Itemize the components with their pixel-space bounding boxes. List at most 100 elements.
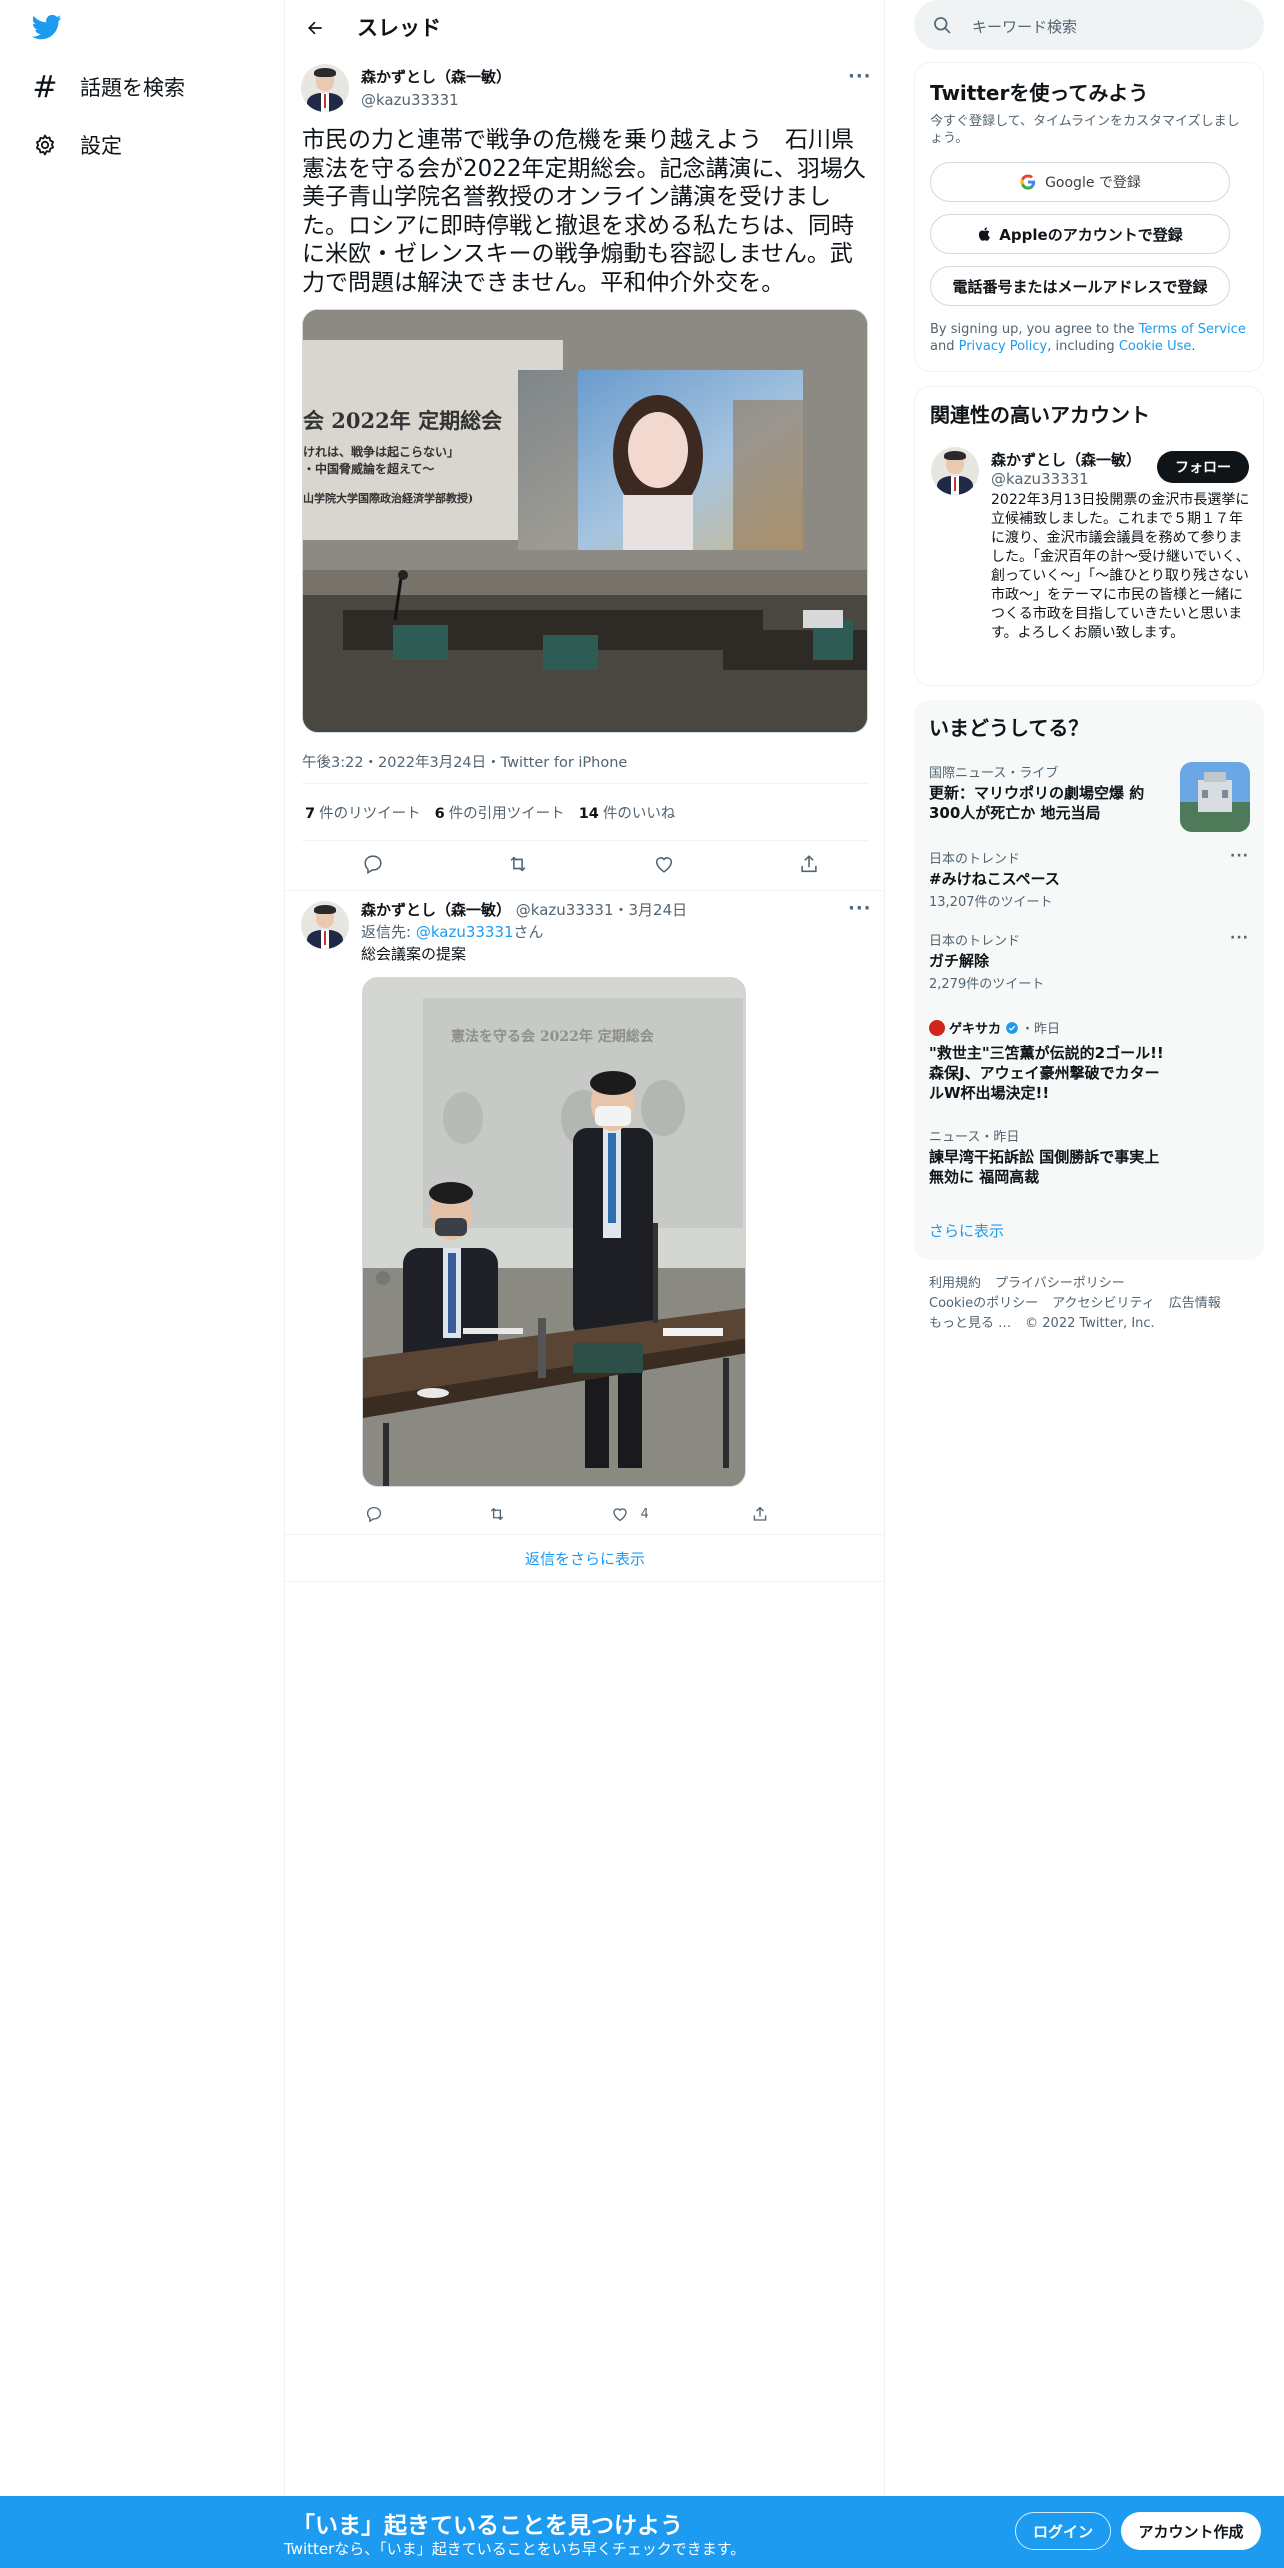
nav-explore-label: 話題を検索 [80, 76, 185, 100]
footer-links: 利用規約 プライバシーポリシー Cookieのポリシー アクセシビリティ 広告情報 も… [929, 1274, 1249, 1334]
like-count: 4 [640, 1506, 649, 1522]
retweet-stat[interactable]: 7 件のリツイート [305, 802, 421, 823]
footer-link-terms[interactable]: 利用規約 [929, 1276, 981, 1291]
divider [302, 840, 868, 841]
related-bio: 2022年3月13日投開票の金沢市長選挙に立候補致しました。これまで５期１７年に… [991, 492, 1250, 641]
thread-header: スレッド [285, 0, 885, 55]
like-icon[interactable] [652, 852, 676, 876]
tweet-text: 市民の力と連帯で戦争の危機を乗り越えよう 石川県憲法を守る会が2022年定期総会… [302, 127, 866, 296]
trend-item[interactable]: 国際ニュース・ライブ 更新：マリウポリの劇場空爆 約300人が死亡か 地元当局 [929, 762, 1169, 823]
author-avatar[interactable] [301, 64, 349, 112]
nav-settings-label: 設定 [80, 134, 122, 158]
google-icon [1019, 173, 1037, 191]
reply-icon[interactable] [362, 1502, 386, 1526]
thread-column: スレッド 森かずとし（森一敏） @kazu33331 ··· 市民の力と連帯で戦… [285, 0, 885, 2496]
photo-banner-line1: 会 2022年 定期総会 [303, 408, 503, 433]
search-input[interactable]: キーワード検索 [972, 16, 1077, 37]
tweet-stats: 7 件のリツイート 6 件の引用ツイート 14 件のいいね [305, 802, 689, 823]
more-icon[interactable]: ··· [1230, 930, 1249, 946]
share-icon[interactable] [748, 1502, 772, 1526]
footer-link-cookie[interactable]: Cookieのポリシー [929, 1296, 1038, 1311]
tweet-photo[interactable]: 会 2022年 定期総会 けれは、戦争は起こらない」 ・中国脅威論を超えて～ 山… [302, 309, 868, 733]
signup-card-subtitle: 今すぐ登録して、タイムラインをカスタマイズしましょう。 [930, 114, 1240, 146]
source-logo-icon [929, 1019, 945, 1036]
reply-tweet[interactable]: 森かずとし（森一敏） @kazu33331・3月24日 ··· 返信先: @ka… [285, 893, 885, 1533]
back-arrow-icon[interactable] [300, 13, 330, 43]
photo-banner-line3: ・中国脅威論を超えて～ [303, 462, 435, 476]
trend-item[interactable]: ニュース・昨日 諫早湾干拓訴訟 国側勝訴で事実上無効に 福岡高裁 [929, 1126, 1174, 1187]
tweet-timestamp[interactable]: 午後3:22・2022年3月24日・Twitter for iPhone [302, 751, 627, 772]
author-block[interactable]: 森かずとし（森一敏） @kazu33331 [361, 66, 511, 109]
reply-photo-banner: 憲法を守る会 2022年 定期総会 [451, 1029, 654, 1045]
phone-email-signup-button[interactable]: 電話番号またはメールアドレスで登録 [930, 266, 1230, 306]
show-more-trends[interactable]: さらに表示 [929, 1220, 1004, 1241]
more-icon[interactable]: ··· [848, 898, 872, 919]
nav-explore[interactable]: # 話題を検索 [30, 62, 185, 112]
twitter-bird-icon[interactable] [30, 12, 66, 48]
left-navigation: # 話題を検索 設定 [0, 0, 285, 2496]
divider [302, 783, 868, 784]
trend-item[interactable]: ゲキサカ ・昨日 "救世主"三笘薫が伝説的2ゴール!! 森保J、アウェイ豪州撃破… [929, 1018, 1174, 1103]
footer-link-privacy[interactable]: プライバシーポリシー [995, 1276, 1125, 1291]
show-more-replies[interactable]: 返信をさらに表示 [285, 1534, 885, 1582]
photo-banner-line4: 山学院大学国際政治経済学部教授) [303, 492, 474, 505]
reply-author-name[interactable]: 森かずとし（森一敏） [361, 901, 511, 919]
divider [285, 890, 885, 891]
related-name[interactable]: 森かずとし（森一敏） [991, 449, 1141, 470]
trend-thumbnail[interactable] [1180, 762, 1250, 832]
google-signup-label: Google で登録 [1045, 175, 1141, 191]
retweet-icon[interactable] [485, 1502, 509, 1526]
more-icon[interactable]: ··· [1230, 848, 1249, 864]
share-icon[interactable] [797, 852, 821, 876]
trends-card: いまどうしてる？ 国際ニュース・ライブ 更新：マリウポリの劇場空爆 約300人が… [914, 700, 1264, 1260]
terms-link[interactable]: Terms of Service [1139, 322, 1246, 337]
footer-link-more[interactable]: もっと見る … [929, 1316, 1011, 1331]
search-box[interactable]: キーワード検索 [914, 0, 1264, 50]
like-stat[interactable]: 14 件のいいね [579, 802, 676, 823]
author-handle[interactable]: @kazu33331 [361, 91, 511, 109]
more-icon[interactable]: ··· [848, 66, 872, 87]
footer-link-ads[interactable]: 広告情報 [1169, 1296, 1221, 1311]
trends-card-title: いまどうしてる？ [929, 716, 1089, 740]
bottom-bar-title: 「いま」起きていることを見つけよう [292, 2513, 683, 2539]
related-accounts-card: 関連性の高いアカウント 森かずとし（森一敏） @kazu33331 フォロー 2… [914, 386, 1264, 686]
login-button[interactable]: ログイン [1015, 2512, 1111, 2550]
apple-signup-label: Appleのアカウントで登録 [999, 225, 1183, 244]
reply-to-line: 返信先: @kazu33331さん [361, 923, 544, 941]
follow-button[interactable]: フォロー [1157, 451, 1249, 483]
google-signup-button[interactable]: Google で登録 [930, 162, 1230, 202]
bottom-signup-bar: 「いま」起きていることを見つけよう Twitterなら、「いま」起きていることを… [0, 2496, 1284, 2568]
bottom-bar-subtitle: Twitterなら、「いま」起きていることをいち早くチェックできます。 [284, 2540, 746, 2558]
page-title: スレッド [357, 16, 441, 40]
related-card-title: 関連性の高いアカウント [930, 403, 1150, 427]
reply-actions: 4 [362, 1502, 772, 1526]
verified-icon [1005, 1021, 1019, 1035]
gear-icon [30, 130, 60, 160]
author-name[interactable]: 森かずとし（森一敏） [361, 66, 511, 87]
photo-banner-line2: けれは、戦争は起こらない」 [303, 445, 460, 459]
cookie-link[interactable]: Cookie Use [1119, 339, 1192, 354]
reply-icon[interactable] [361, 852, 385, 876]
terms-text: By signing up, you agree to the Terms of… [930, 322, 1246, 354]
retweet-icon[interactable] [506, 852, 530, 876]
search-icon [932, 15, 952, 35]
like-button[interactable]: 4 [608, 1502, 649, 1526]
signup-button[interactable]: アカウント作成 [1121, 2512, 1261, 2550]
related-avatar[interactable] [931, 447, 979, 495]
privacy-link[interactable]: Privacy Policy [959, 339, 1048, 354]
apple-signup-button[interactable]: Appleのアカウントで登録 [930, 214, 1230, 254]
like-icon[interactable] [608, 1502, 632, 1526]
trend-item[interactable]: 日本のトレンド #みけねこスペース 13,207件のツイート [929, 848, 1249, 910]
reply-author-avatar[interactable] [301, 901, 349, 949]
related-handle[interactable]: @kazu33331 [991, 470, 1089, 488]
nav-settings[interactable]: 設定 [30, 120, 122, 170]
reply-author-line[interactable]: 森かずとし（森一敏） @kazu33331・3月24日 [361, 899, 687, 920]
trend-item[interactable]: 日本のトレンド ガチ解除 2,279件のツイート [929, 930, 1249, 992]
reply-author-handle-date[interactable]: @kazu33331・3月24日 [511, 901, 687, 919]
footer-link-accessibility[interactable]: アクセシビリティ [1052, 1296, 1155, 1311]
reply-text: 総会議案の提案 [361, 945, 467, 963]
hashtag-icon: # [32, 69, 58, 105]
quote-stat[interactable]: 6 件の引用ツイート [435, 802, 565, 823]
reply-photo[interactable]: 憲法を守る会 2022年 定期総会 [362, 977, 746, 1487]
reply-to-handle[interactable]: @kazu33331 [416, 923, 514, 941]
